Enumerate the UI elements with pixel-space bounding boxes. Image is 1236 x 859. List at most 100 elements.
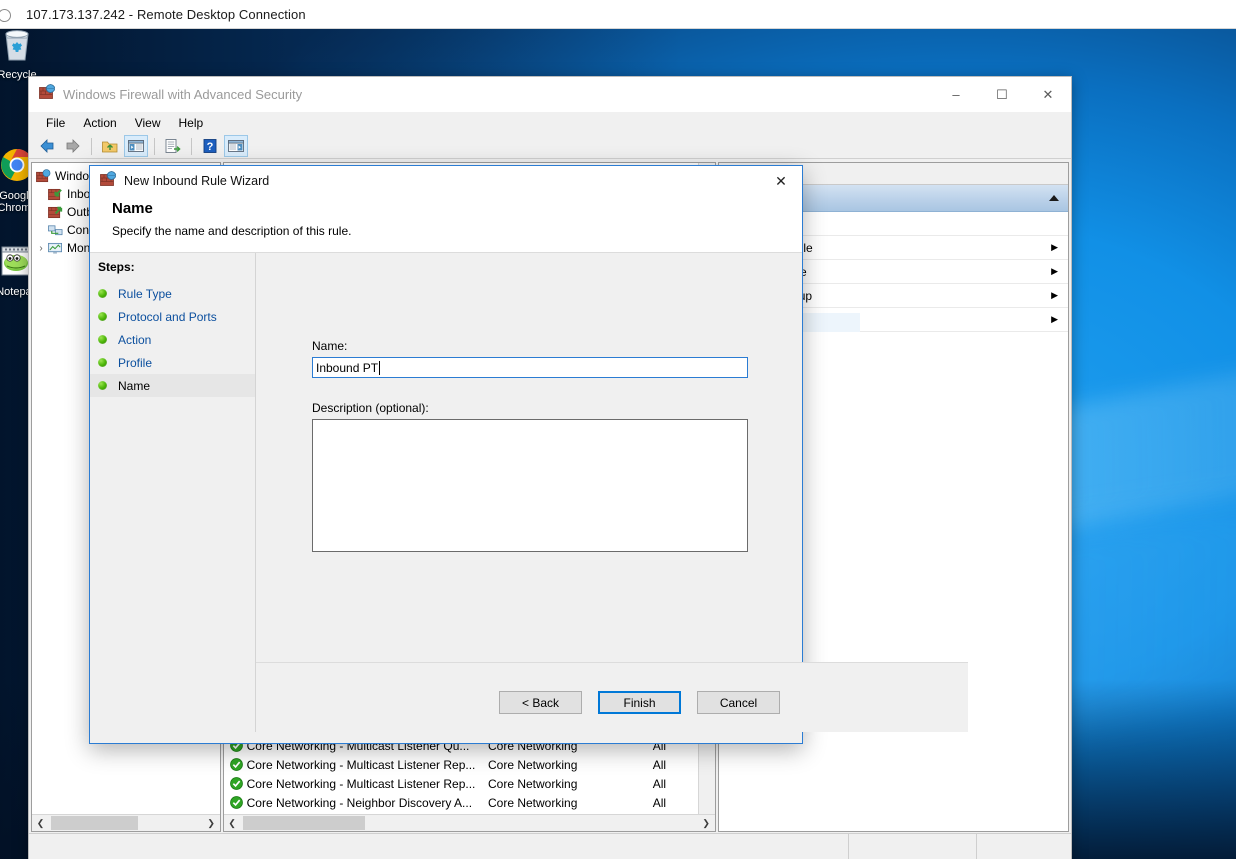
rule-profile-cell: All — [652, 776, 667, 791]
firewall-title: Windows Firewall with Advanced Security — [63, 87, 303, 102]
step-label: Name — [118, 378, 151, 393]
menu-view[interactable]: View — [126, 114, 170, 132]
show-action-pane-icon[interactable] — [224, 135, 248, 157]
up-folder-icon[interactable] — [98, 135, 122, 157]
collapse-chevron-icon[interactable] — [1048, 189, 1060, 207]
finish-button[interactable]: Finish — [598, 691, 681, 714]
rule-name-cell: Core Networking - Multicast Listener Rep… — [246, 757, 476, 772]
inbound-rules-icon — [48, 187, 63, 202]
table-row[interactable]: Core Networking - Neighbor Discovery A..… — [224, 793, 701, 812]
step-complete-icon — [98, 358, 107, 367]
wizard-step-action[interactable]: Action — [90, 328, 255, 351]
step-complete-icon — [98, 335, 107, 344]
scroll-left-icon[interactable]: ❮ — [32, 815, 49, 832]
enabled-check-icon — [229, 777, 243, 790]
new-inbound-rule-wizard-dialog: New Inbound Rule Wizard ✕ Name Specify t… — [89, 165, 968, 744]
window-controls: – ☐ ✕ — [933, 77, 1071, 112]
minimize-button[interactable]: – — [933, 77, 979, 112]
svg-text:?: ? — [207, 141, 214, 153]
outbound-rules-icon — [48, 205, 63, 220]
firewall-titlebar[interactable]: Windows Firewall with Advanced Security … — [29, 77, 1071, 112]
submenu-arrow-icon: ▶ — [1051, 314, 1059, 324]
remote-desktop-root: 107.173.137.242 - Remote Desktop Connect… — [0, 0, 1236, 859]
cancel-button[interactable]: Cancel — [697, 691, 780, 714]
scroll-thumb[interactable] — [242, 815, 365, 830]
wizard-title: New Inbound Rule Wizard — [124, 174, 270, 188]
rule-group-cell: Core Networking — [488, 795, 578, 810]
status-cell-secondary — [849, 834, 977, 859]
rule-name-cell: Core Networking - Multicast Listener Rep… — [246, 776, 476, 791]
scroll-left-icon[interactable]: ❮ — [224, 815, 241, 832]
steps-title: Steps: — [98, 260, 135, 274]
export-list-icon[interactable] — [161, 135, 185, 157]
rules-horizontal-scrollbar[interactable]: ❮ ❯ — [223, 814, 715, 832]
wizard-step-rule-type[interactable]: Rule Type — [90, 282, 255, 305]
table-row[interactable]: Core Networking - Multicast Listener Rep… — [224, 774, 701, 793]
scroll-track[interactable] — [49, 814, 203, 831]
rdp-titlebar: 107.173.137.242 - Remote Desktop Connect… — [0, 0, 1236, 29]
connection-security-icon — [48, 223, 63, 238]
maximize-button[interactable]: ☐ — [979, 77, 1025, 112]
desktop-icon-recycle-bin[interactable]: Recycle — [0, 29, 46, 81]
firewall-menubar: File Action View Help — [29, 112, 1071, 134]
step-complete-icon — [98, 289, 107, 298]
recycle-bin-icon — [0, 29, 46, 67]
show-console-tree-icon[interactable] — [124, 135, 148, 157]
firewall-icon — [36, 168, 51, 184]
wizard-content: Name: Inbound PT Description (optional):… — [256, 253, 968, 732]
rdp-title: 107.173.137.242 - Remote Desktop Connect… — [26, 6, 306, 22]
step-label: Rule Type — [118, 286, 172, 301]
status-cell-tertiary — [977, 834, 1071, 859]
submenu-arrow-icon: ▶ — [1051, 290, 1059, 300]
scroll-right-icon[interactable]: ❯ — [203, 815, 220, 832]
description-input[interactable] — [312, 419, 748, 552]
step-label: Profile — [118, 355, 153, 370]
toolbar-separator — [91, 137, 92, 155]
page-title: Name — [112, 200, 153, 217]
wizard-step-protocol-and-ports[interactable]: Protocol and Ports — [90, 305, 255, 328]
step-label: Action — [118, 332, 152, 347]
rules-list: Core Networking - Multicast Listener Qu.… — [224, 736, 701, 812]
back-button[interactable]: < Back — [499, 691, 582, 714]
tree-expander[interactable]: › — [34, 243, 48, 254]
step-complete-icon — [98, 312, 107, 321]
firewall-icon — [100, 170, 117, 192]
description-field-label: Description (optional): — [312, 401, 429, 415]
text-caret — [379, 360, 381, 375]
name-input-value: Inbound PT — [316, 360, 379, 375]
scroll-right-icon[interactable]: ❯ — [698, 815, 715, 832]
name-input[interactable]: Inbound PT — [312, 357, 748, 378]
wizard-titlebar[interactable]: New Inbound Rule Wizard ✕ — [90, 166, 802, 196]
rule-group-cell: Core Networking — [488, 776, 578, 791]
wizard-step-name[interactable]: Name — [90, 374, 255, 397]
monitoring-icon — [48, 241, 63, 256]
tree-horizontal-scrollbar[interactable]: ❮ ❯ — [32, 814, 220, 831]
help-icon[interactable]: ? — [198, 135, 222, 157]
submenu-arrow-icon: ▶ — [1051, 242, 1059, 252]
scroll-thumb[interactable] — [51, 815, 138, 830]
table-row[interactable]: Core Networking - Multicast Listener Rep… — [224, 755, 701, 774]
step-current-icon — [98, 381, 107, 390]
remote-desktop-icon — [0, 6, 20, 22]
rule-profile-cell: All — [652, 795, 667, 810]
close-icon[interactable]: ✕ — [760, 166, 802, 196]
menu-help[interactable]: Help — [170, 114, 213, 132]
menu-file[interactable]: File — [37, 114, 74, 132]
forward-icon[interactable] — [61, 135, 85, 157]
wizard-header: Name Specify the name and description of… — [90, 196, 802, 253]
toolbar-separator — [154, 137, 155, 155]
scroll-track[interactable] — [240, 814, 698, 831]
rule-name-cell: Core Networking - Neighbor Discovery A..… — [246, 795, 473, 810]
toolbar-separator — [191, 137, 192, 155]
wizard-main: Steps: Rule Type Protocol and Ports Acti… — [90, 253, 968, 732]
firewall-icon — [39, 84, 56, 105]
wizard-step-profile[interactable]: Profile — [90, 351, 255, 374]
step-label: Protocol and Ports — [118, 309, 217, 324]
status-cell-main — [29, 834, 849, 859]
wizard-steps-pane: Steps: Rule Type Protocol and Ports Acti… — [90, 253, 256, 732]
close-button[interactable]: ✕ — [1025, 77, 1071, 112]
menu-action[interactable]: Action — [74, 114, 125, 132]
firewall-statusbar — [29, 833, 1071, 859]
back-icon[interactable] — [35, 135, 59, 157]
description-field-group: Description (optional): — [312, 401, 802, 552]
